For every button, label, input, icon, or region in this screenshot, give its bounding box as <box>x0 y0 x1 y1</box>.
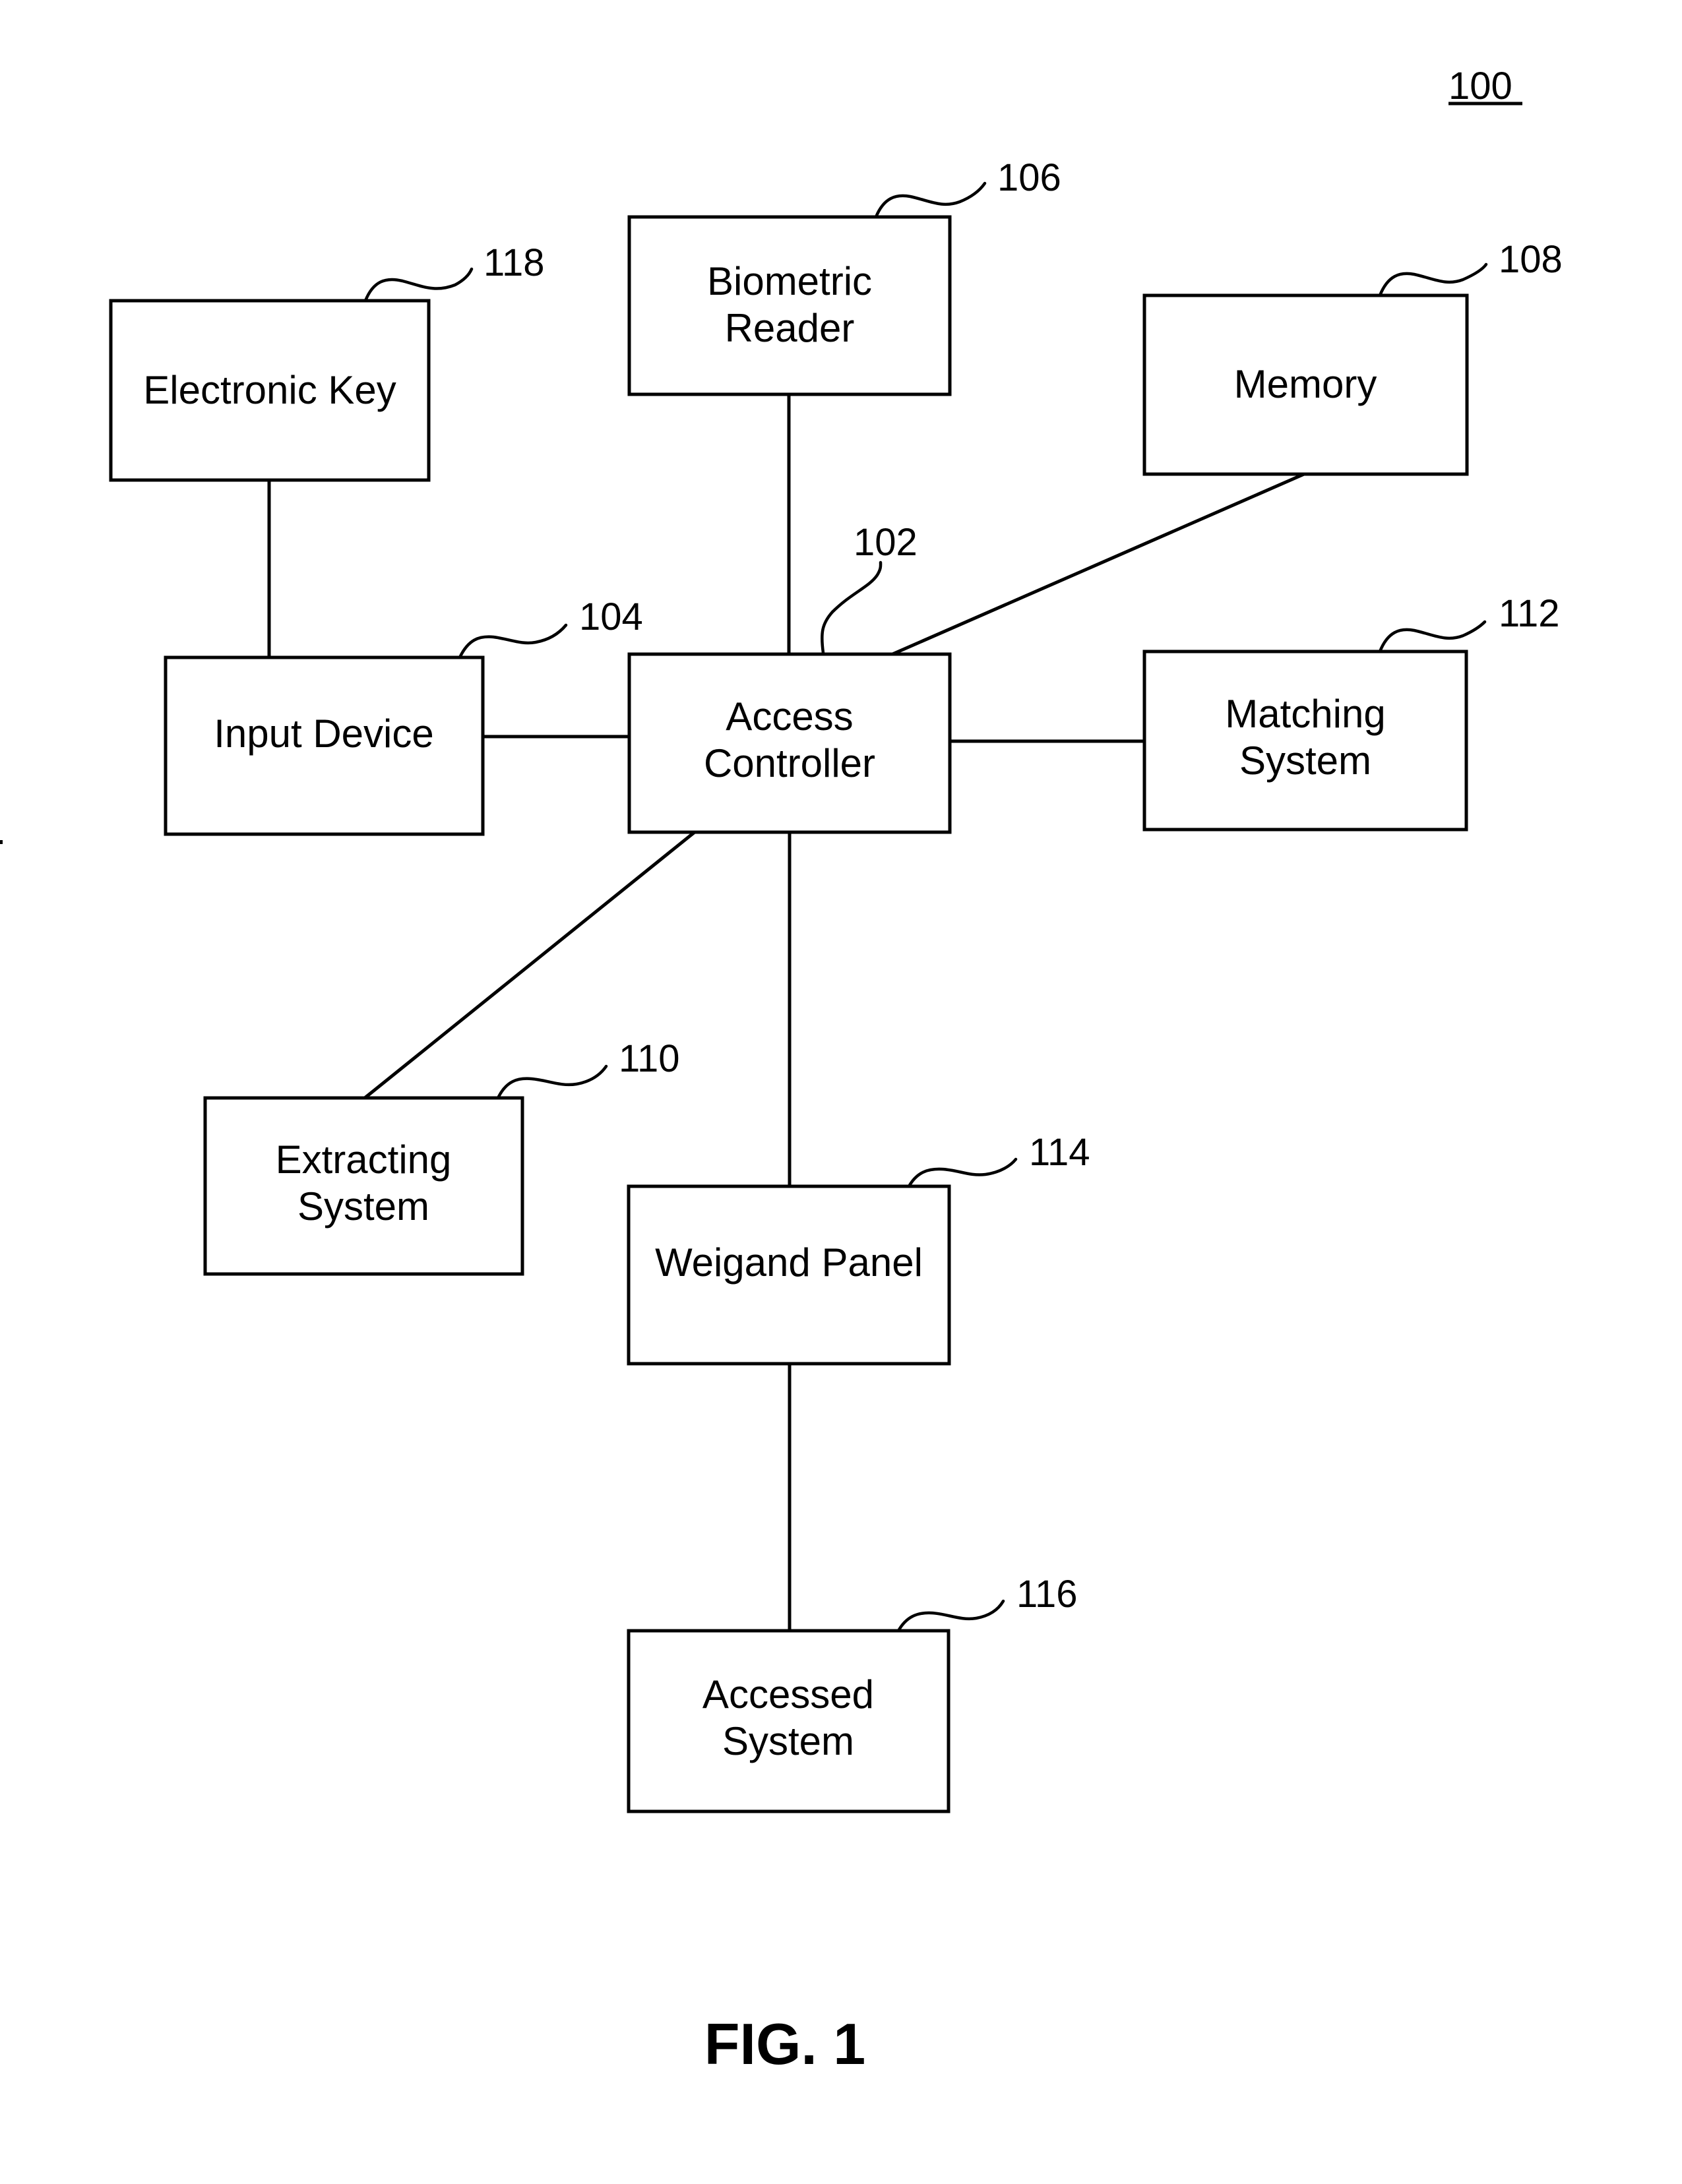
weigand-panel-ref: 114 <box>1029 1131 1090 1174</box>
memory-leader <box>1378 262 1488 297</box>
biometric-reader-label-line-2: Reader <box>725 306 855 350</box>
block-diagram: 100 Electronic Key 118 Biometric Reader … <box>0 65 1563 2077</box>
block-extracting-system: Extracting System 110 <box>203 1037 679 1276</box>
biometric-reader-label-line-1: Biometric <box>707 259 872 303</box>
block-input-device: Input Device 104 <box>164 595 643 836</box>
extracting-system-leader <box>497 1064 608 1099</box>
block-accessed-system: Accessed System 116 <box>627 1573 1077 1813</box>
scan-speck <box>0 840 3 844</box>
system-ref-label: 100 <box>1448 65 1522 107</box>
electronic-key-leader <box>363 267 474 303</box>
matching-system-ref: 112 <box>1499 592 1559 635</box>
connector-memory-access-controller <box>890 472 1306 656</box>
matching-system-label-line-2: System <box>1239 739 1371 783</box>
block-weigand-panel: Weigand Panel 114 <box>627 1131 1090 1366</box>
accessed-system-label-line-2: System <box>722 1719 854 1763</box>
block-matching-system: Matching System 112 <box>1142 592 1559 832</box>
figure-caption: FIG. 1 <box>704 2011 866 2077</box>
memory-ref: 108 <box>1499 238 1563 281</box>
weigand-panel-leader <box>907 1157 1018 1188</box>
electronic-key-label: Electronic Key <box>143 368 396 412</box>
weigand-panel-label: Weigand Panel <box>655 1240 923 1285</box>
extracting-system-ref: 110 <box>619 1037 679 1080</box>
block-electronic-key: Electronic Key 118 <box>109 241 544 482</box>
matching-system-label-line-1: Matching <box>1225 692 1385 736</box>
input-device-ref: 104 <box>579 595 643 638</box>
memory-label: Memory <box>1234 362 1377 406</box>
system-ref-number: 100 <box>1448 65 1512 107</box>
electronic-key-ref: 118 <box>483 241 544 284</box>
extracting-system-label-line-1: Extracting <box>276 1138 452 1182</box>
access-controller-leader <box>821 561 883 655</box>
accessed-system-ref: 116 <box>1016 1573 1077 1616</box>
matching-system-leader <box>1378 620 1487 653</box>
input-device-leader <box>458 623 568 659</box>
biometric-reader-leader <box>874 181 987 219</box>
biometric-reader-ref: 106 <box>997 156 1061 199</box>
input-device-label: Input Device <box>214 712 434 756</box>
access-controller-ref: 102 <box>854 521 918 564</box>
accessed-system-leader <box>896 1599 1005 1633</box>
access-controller-label-line-2: Controller <box>704 741 875 785</box>
block-biometric-reader: Biometric Reader 106 <box>627 156 1061 396</box>
connectors <box>267 392 1306 1633</box>
access-controller-label-line-1: Access <box>726 694 853 739</box>
accessed-system-label-line-1: Accessed <box>702 1672 874 1716</box>
block-memory: Memory 108 <box>1142 238 1563 476</box>
extracting-system-label-line-2: System <box>297 1184 429 1228</box>
